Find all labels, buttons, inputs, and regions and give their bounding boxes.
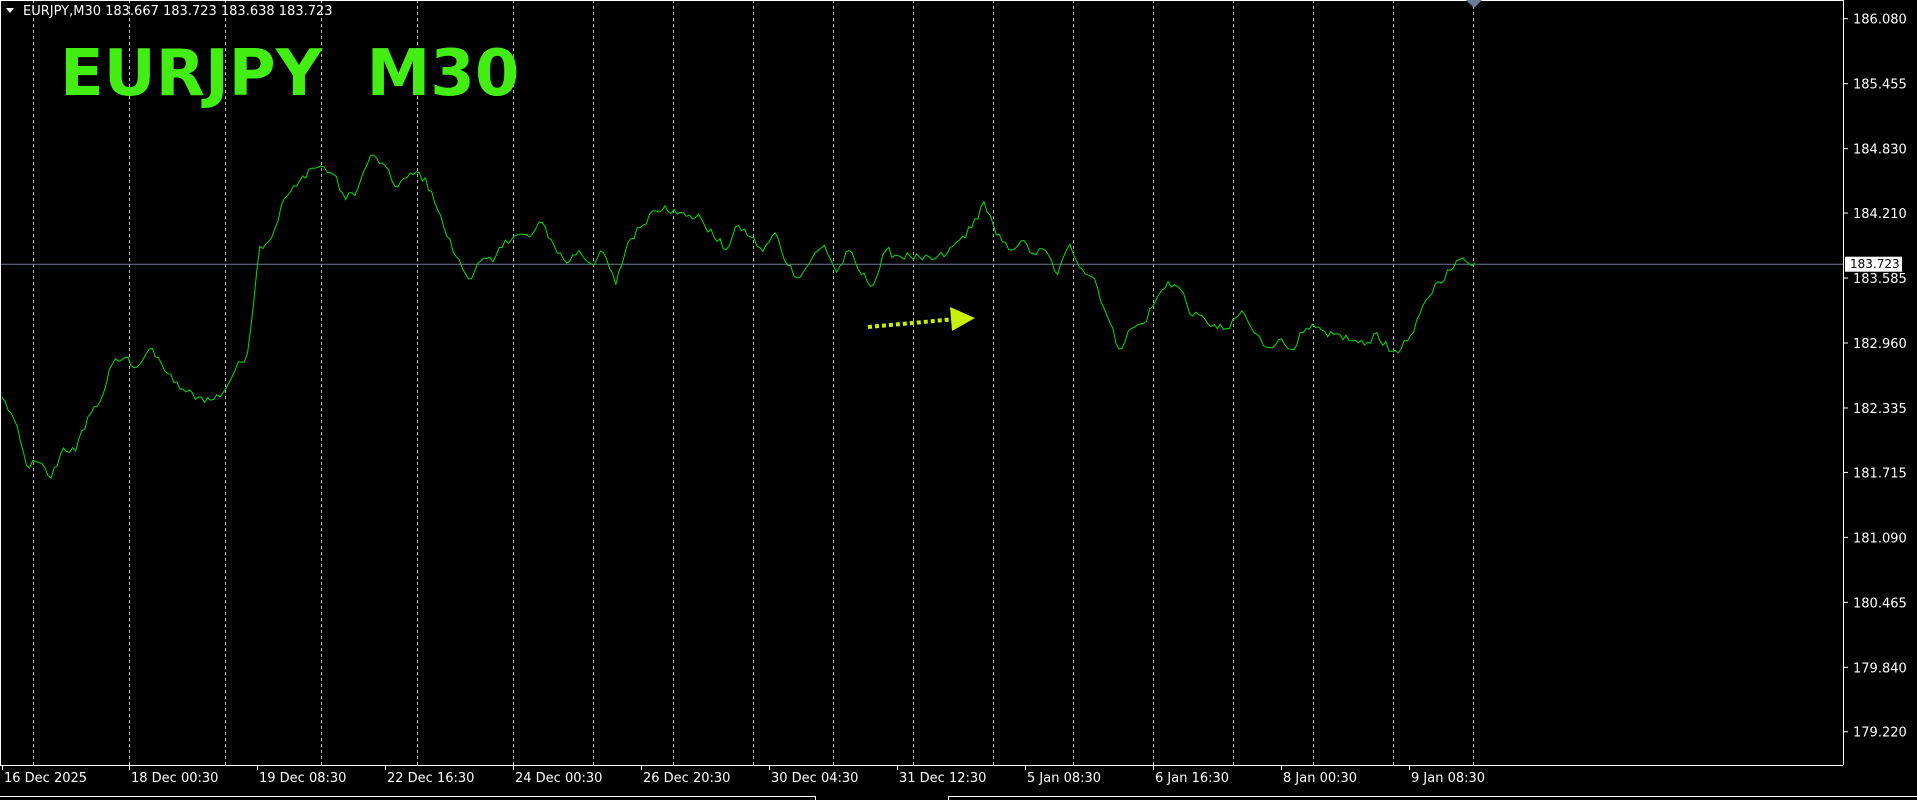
chart-background bbox=[0, 0, 1917, 800]
time-axis-label: 6 Jan 16:30 bbox=[1155, 771, 1229, 786]
price-axis-label: 184.210 bbox=[1853, 207, 1907, 222]
price-axis-label: 179.840 bbox=[1853, 661, 1907, 676]
price-axis-label: 185.455 bbox=[1853, 78, 1907, 93]
symbol-info: EURJPY,M30 183.667 183.723 183.638 183.7… bbox=[23, 4, 333, 19]
price-axis-label: 181.090 bbox=[1853, 531, 1907, 546]
price-axis-label: 183.585 bbox=[1853, 272, 1907, 287]
price-axis-label: 182.960 bbox=[1853, 337, 1907, 352]
price-axis-label: 180.465 bbox=[1853, 596, 1907, 611]
time-axis-label: 19 Dec 08:30 bbox=[259, 771, 346, 786]
time-axis-label: 16 Dec 2025 bbox=[4, 771, 87, 786]
time-axis-label: 30 Dec 04:30 bbox=[771, 771, 858, 786]
time-axis-label: 26 Dec 20:30 bbox=[643, 771, 730, 786]
time-axis-label: 22 Dec 16:30 bbox=[387, 771, 474, 786]
price-chart[interactable]: 186.080 185.455 184.830 184.210 183.585 182.9… bbox=[0, 0, 1917, 800]
current-price-value: 183.723 bbox=[1850, 257, 1900, 271]
price-axis-label: 184.830 bbox=[1853, 143, 1907, 158]
price-axis-label: 186.080 bbox=[1853, 13, 1907, 28]
time-axis-label: 31 Dec 12:30 bbox=[899, 771, 986, 786]
time-axis-label: 24 Dec 00:30 bbox=[515, 771, 602, 786]
price-axis-label: 182.335 bbox=[1853, 402, 1907, 417]
time-axis-label: 8 Jan 00:30 bbox=[1283, 771, 1357, 786]
price-axis-label: 179.220 bbox=[1853, 726, 1907, 741]
time-axis-label: 18 Dec 00:30 bbox=[131, 771, 218, 786]
time-axis-label: 5 Jan 08:30 bbox=[1027, 771, 1101, 786]
chart-watermark: EURJPY M30 bbox=[60, 37, 519, 111]
time-axis-label: 9 Jan 08:30 bbox=[1411, 771, 1485, 786]
price-axis-label: 181.715 bbox=[1853, 466, 1907, 481]
